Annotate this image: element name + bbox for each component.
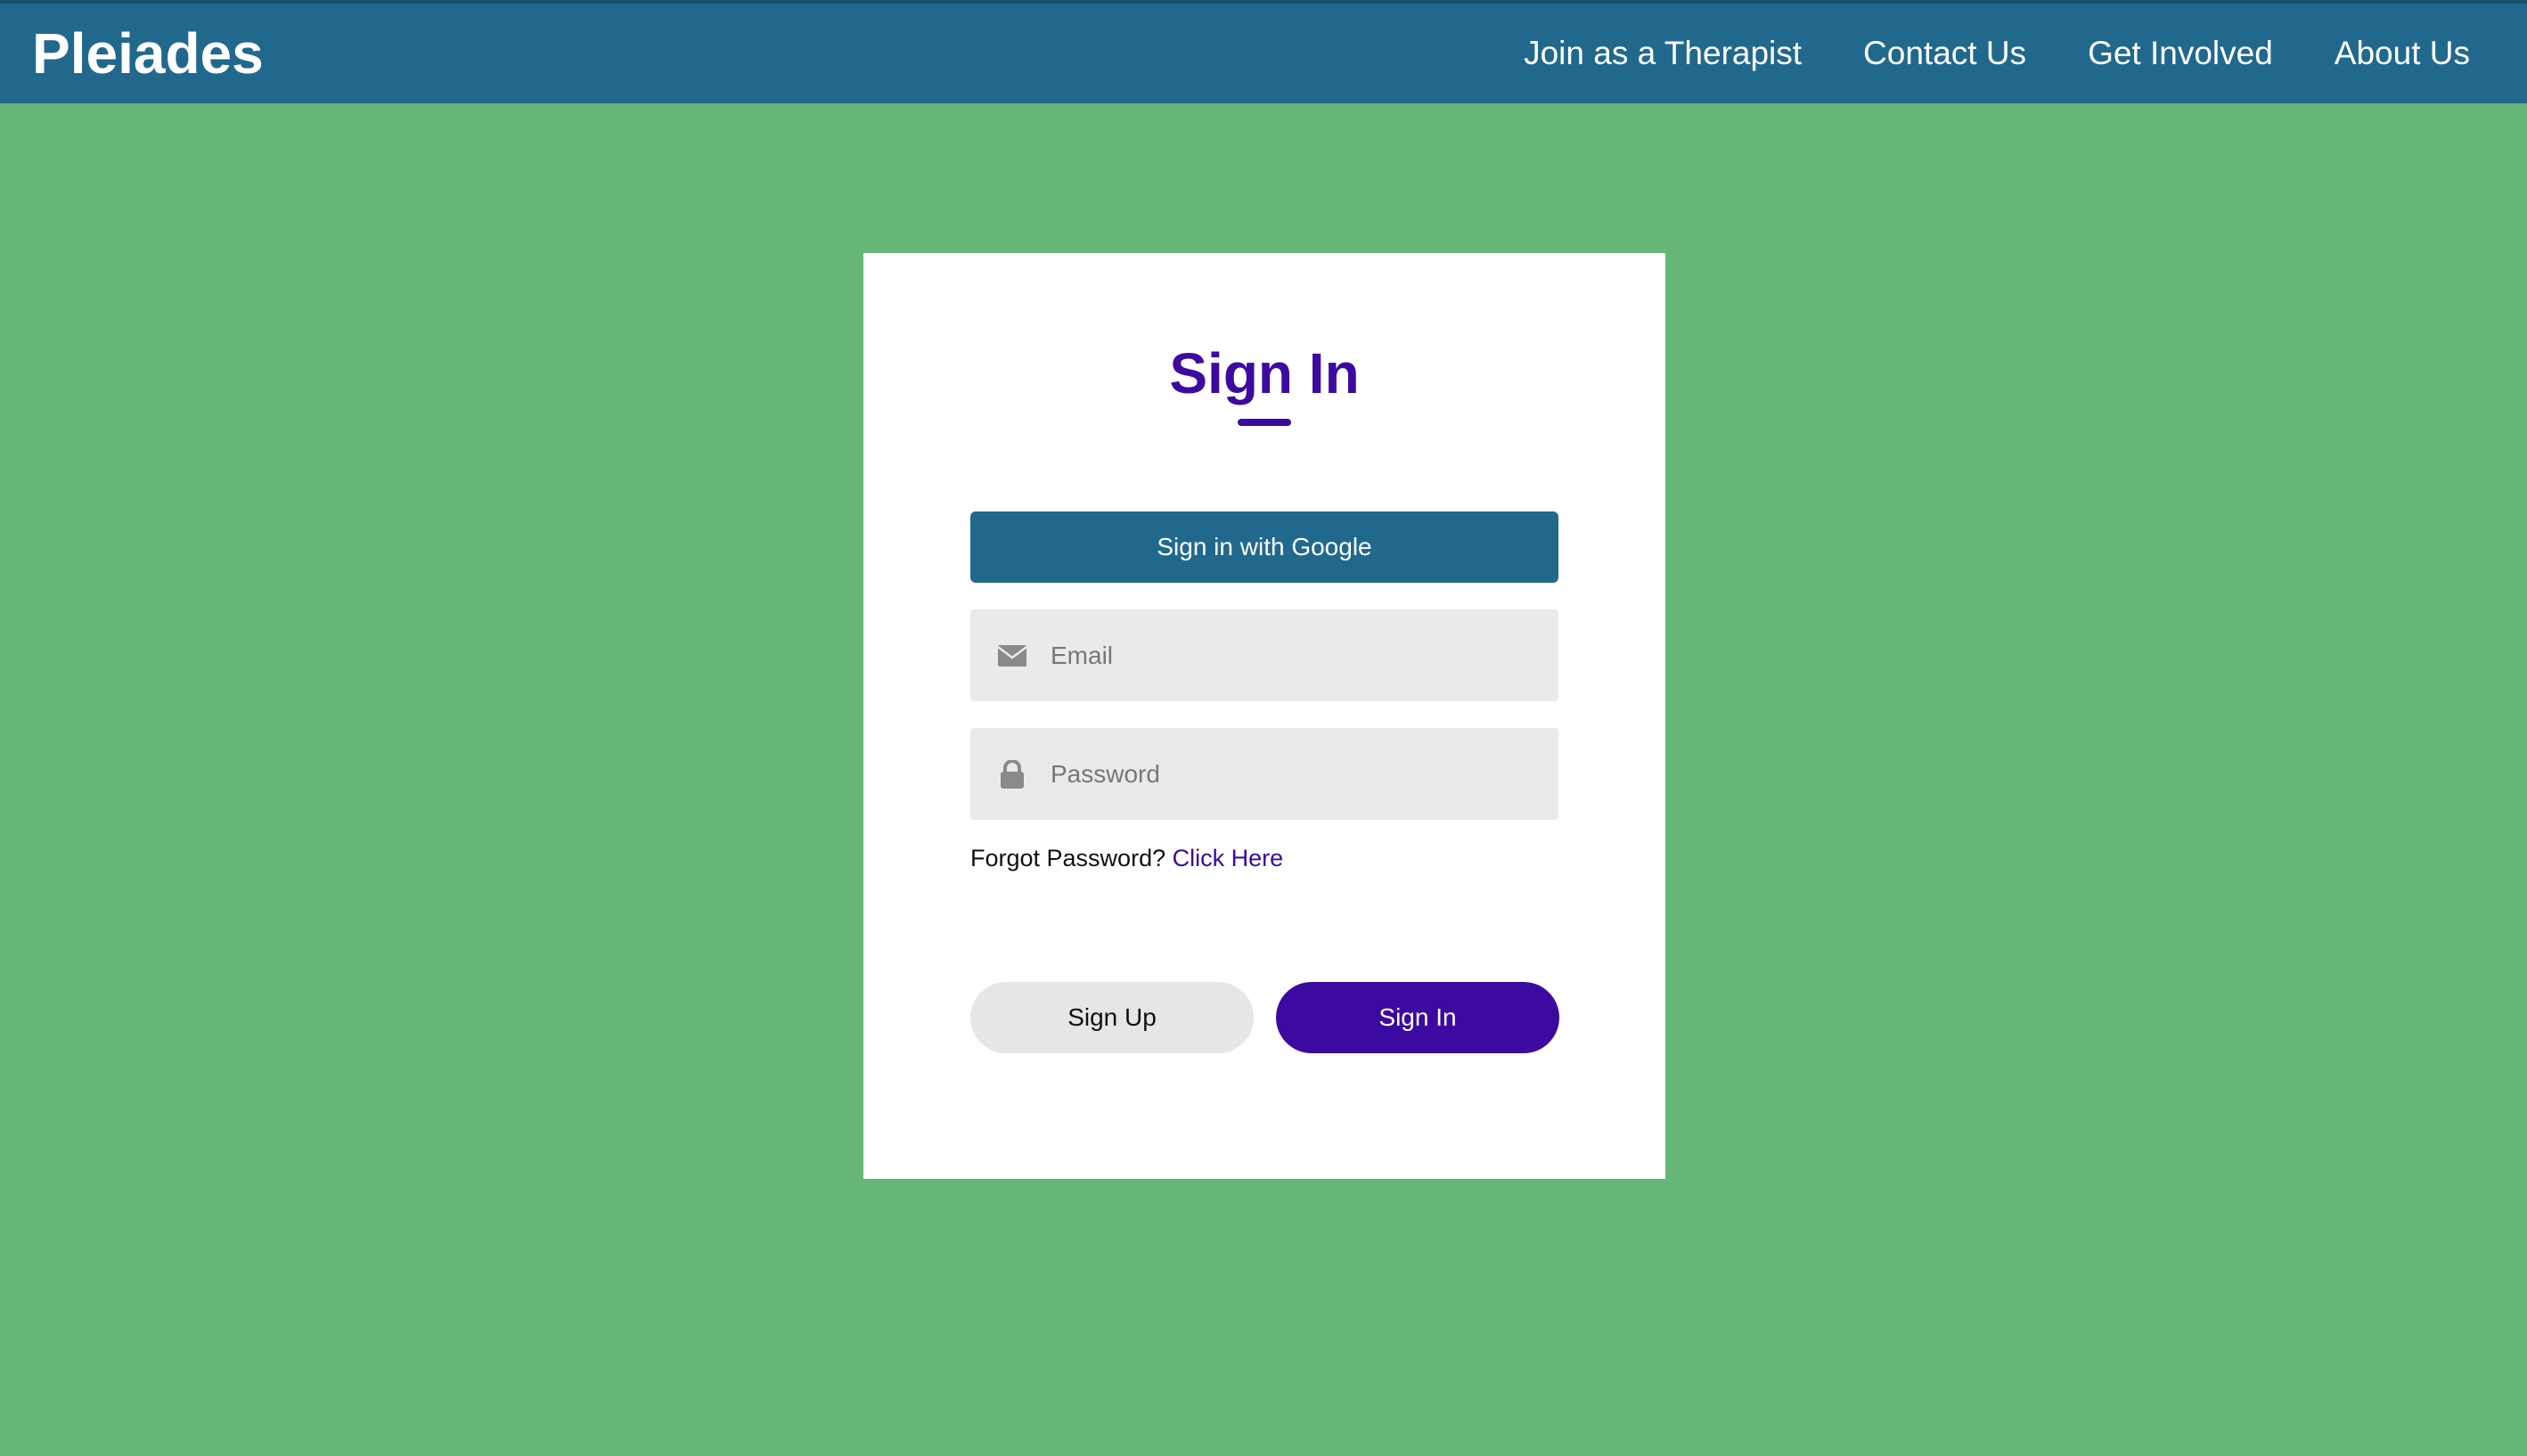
nav-get-involved-link[interactable]: Get Involved bbox=[2088, 35, 2273, 72]
brand-logo[interactable]: Pleiades bbox=[32, 4, 264, 103]
nav-links: Join as a Therapist Contact Us Get Invol… bbox=[1462, 4, 2470, 103]
email-input[interactable] bbox=[1051, 609, 1541, 701]
nav-about-us-link[interactable]: About Us bbox=[2335, 35, 2470, 72]
signin-card: Sign In Sign in with Google Forgot Passw… bbox=[863, 253, 1665, 1179]
sign-up-button[interactable]: Sign Up bbox=[970, 982, 1254, 1053]
password-field[interactable] bbox=[970, 728, 1558, 820]
forgot-password-row: Forgot Password? Click Here bbox=[970, 845, 1283, 872]
email-field[interactable] bbox=[970, 609, 1558, 701]
envelope-icon bbox=[997, 645, 1027, 667]
nav-contact-us-link[interactable]: Contact Us bbox=[1863, 35, 2026, 72]
forgot-password-text: Forgot Password? bbox=[970, 845, 1173, 871]
title-underline bbox=[1238, 419, 1291, 426]
forgot-password-link[interactable]: Click Here bbox=[1173, 845, 1284, 871]
signin-title: Sign In bbox=[1169, 341, 1360, 405]
password-input[interactable] bbox=[1051, 728, 1541, 820]
lock-icon bbox=[1001, 760, 1024, 789]
sign-in-button[interactable]: Sign In bbox=[1276, 982, 1559, 1053]
nav-join-therapist-link[interactable]: Join as a Therapist bbox=[1524, 35, 1802, 72]
google-signin-button[interactable]: Sign in with Google bbox=[970, 511, 1558, 583]
top-navbar: Pleiades Join as a Therapist Contact Us … bbox=[0, 0, 2527, 103]
